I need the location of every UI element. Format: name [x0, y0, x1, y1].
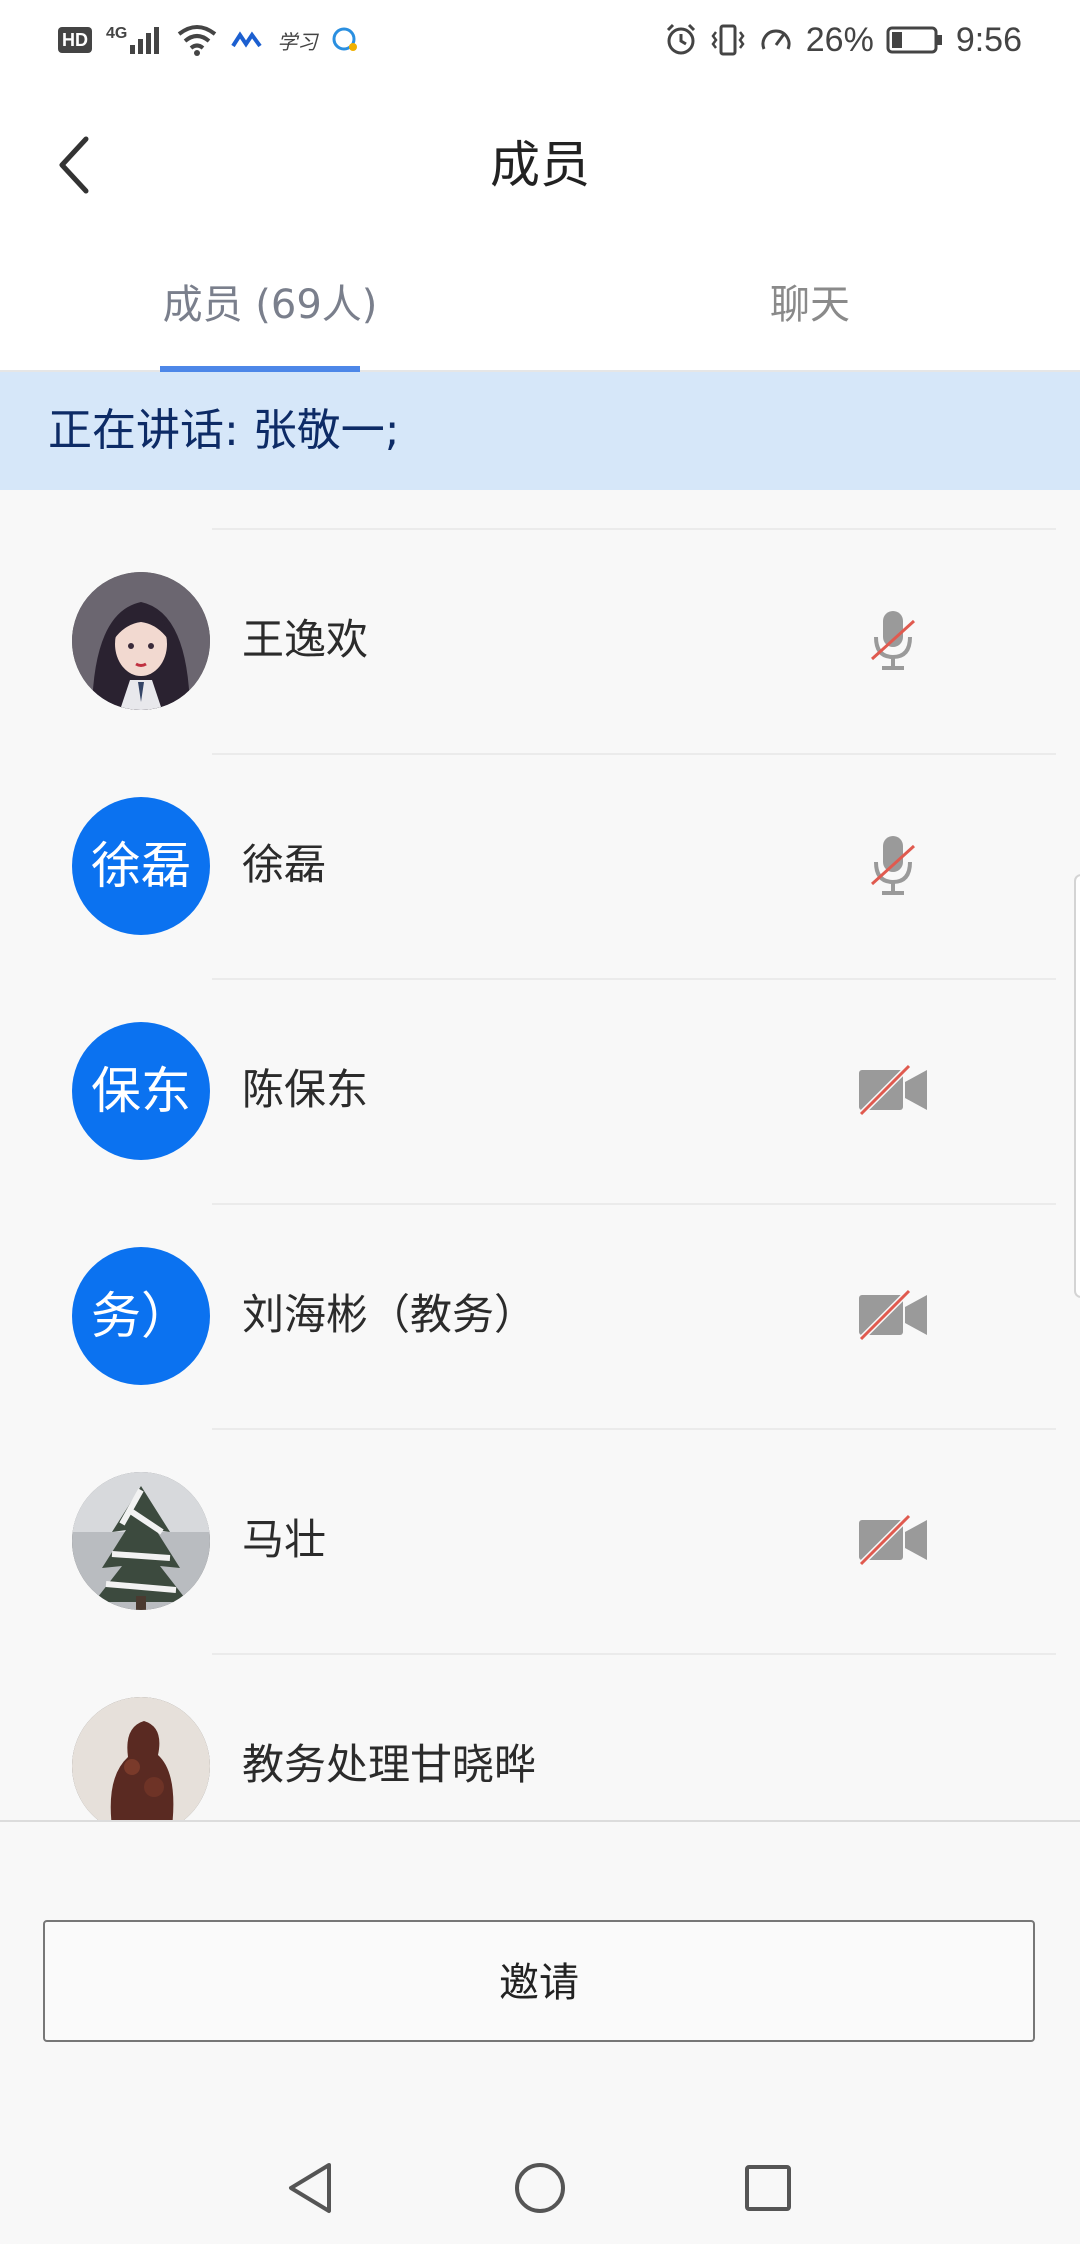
nav-home-button[interactable]: [500, 2148, 580, 2228]
member-row[interactable]: 保东 陈保东: [0, 978, 1080, 1203]
camera-off-icon: [858, 1064, 927, 1116]
member-row[interactable]: 徐磊 徐磊: [0, 753, 1080, 978]
system-nav-bar: [0, 2130, 1080, 2244]
member-name: 徐磊: [242, 840, 327, 889]
avatar: [72, 1472, 210, 1610]
member-name: 刘海彬（教务）: [242, 1290, 537, 1339]
avatar: [72, 1697, 210, 1820]
battery-icon: [886, 26, 942, 54]
camera-off-icon: [858, 1514, 927, 1566]
member-row[interactable]: 务） 刘海彬（教务）: [0, 1203, 1080, 1428]
member-list[interactable]: 王逸欢 徐磊 徐磊 保东 陈保东 务） 刘海彬（教务） 马壮 教务处理甘晓晔: [0, 490, 1080, 1820]
status-bar: HD 4G 学习 26% 9:56: [0, 0, 1080, 80]
app-notification-icon: [231, 31, 262, 48]
snowy-tree-avatar-icon: [72, 1472, 210, 1610]
chat-app-icon: [332, 27, 358, 51]
signal-icon: 4G: [106, 25, 163, 55]
carving-avatar-icon: [72, 1697, 210, 1820]
nav-back-button[interactable]: [270, 2148, 350, 2228]
avatar: 保东: [72, 1022, 210, 1160]
app-header: 成员: [0, 80, 1080, 250]
status-bar-right: 26% 9:56: [664, 20, 1022, 60]
camera-status-button[interactable]: [848, 1275, 938, 1355]
row-divider: [212, 1428, 1056, 1430]
clock-time: 9:56: [955, 20, 1022, 59]
avatar: [72, 572, 210, 710]
alarm-icon: [666, 23, 695, 55]
tab-chat[interactable]: 聊天: [690, 250, 930, 370]
mic-muted-icon: [870, 836, 916, 895]
page-title: 成员: [490, 136, 590, 194]
nav-recents-button[interactable]: [728, 2148, 808, 2228]
study-app-icon: 学习: [277, 31, 318, 54]
tab-bar: 成员 (69人) 聊天: [0, 250, 1080, 372]
row-divider: [212, 753, 1056, 755]
member-row[interactable]: 王逸欢: [0, 528, 1080, 753]
triangle-back-icon: [289, 2163, 331, 2213]
mic-status-button[interactable]: [848, 600, 938, 680]
camera-status-button[interactable]: [848, 1050, 938, 1130]
row-divider: [212, 1653, 1056, 1655]
member-name: 马壮: [242, 1515, 327, 1564]
member-row[interactable]: 马壮: [0, 1428, 1080, 1653]
member-name: 王逸欢: [242, 615, 369, 664]
row-divider: [212, 978, 1056, 980]
network-label: 4G: [106, 25, 128, 42]
member-name: 陈保东: [242, 1065, 369, 1114]
member-row[interactable]: 教务处理甘晓晔: [0, 1653, 1080, 1820]
anime-girl-avatar-icon: [72, 572, 210, 710]
battery-percent: 26%: [805, 20, 874, 59]
square-recents-icon: [745, 2165, 791, 2211]
invite-button[interactable]: 邀请: [43, 1920, 1035, 2042]
row-divider: [212, 1203, 1056, 1205]
avatar: 务）: [72, 1247, 210, 1385]
status-bar-left: HD 4G 学习: [58, 20, 361, 60]
hd-badge: HD: [58, 27, 92, 53]
member-name: 教务处理甘晓晔: [242, 1740, 537, 1789]
scrollbar[interactable]: [1074, 874, 1080, 1298]
row-divider: [212, 528, 1056, 530]
vibrate-icon: [711, 24, 745, 56]
camera-off-icon: [858, 1289, 927, 1341]
speed-icon: [761, 29, 791, 50]
mic-status-button[interactable]: [848, 825, 938, 905]
bottom-divider: [0, 1820, 1080, 1822]
camera-status-button[interactable]: [848, 1500, 938, 1580]
circle-home-icon: [515, 2163, 565, 2213]
tab-members[interactable]: 成员 (69人): [130, 250, 410, 370]
speaking-banner: 正在讲话: 张敬一;: [0, 372, 1080, 490]
avatar: 徐磊: [72, 797, 210, 935]
mic-muted-icon: [870, 611, 916, 670]
wifi-icon: [178, 25, 217, 56]
speaking-text: 正在讲话: 张敬一;: [48, 405, 400, 456]
